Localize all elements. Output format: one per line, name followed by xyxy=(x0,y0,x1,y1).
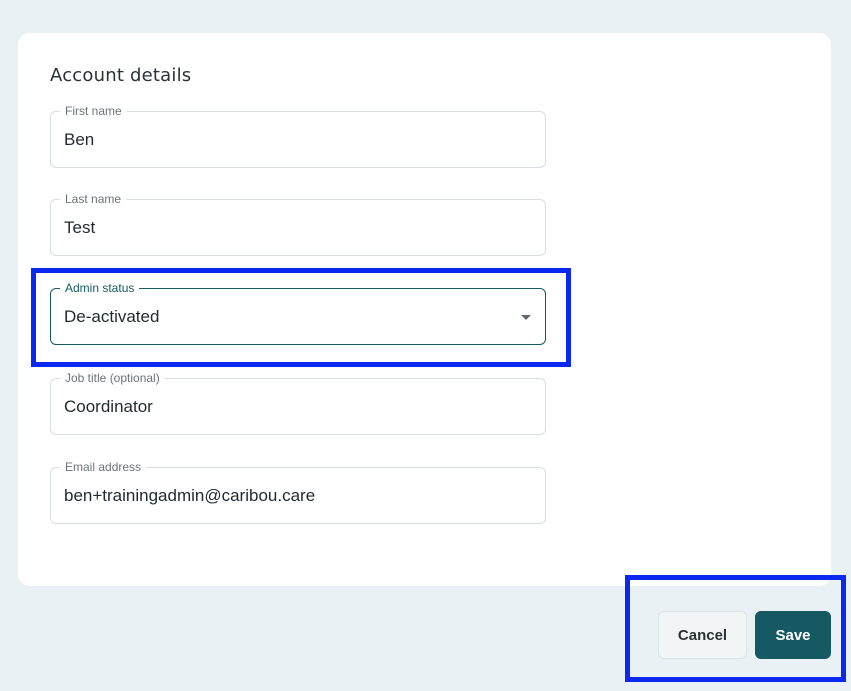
job-title-label: Job title (optional) xyxy=(60,370,165,386)
email-field[interactable]: Email address ben+trainingadmin@caribou.… xyxy=(50,459,546,524)
chevron-down-icon[interactable] xyxy=(521,315,531,320)
last-name-label: Last name xyxy=(60,191,127,207)
first-name-field[interactable]: First name Ben xyxy=(50,103,546,168)
first-name-value: Ben xyxy=(64,130,95,149)
admin-status-select[interactable]: Admin status De-activated xyxy=(50,280,546,345)
page-title: Account details xyxy=(50,65,192,86)
save-button[interactable]: Save xyxy=(755,611,831,659)
first-name-label: First name xyxy=(60,103,127,119)
last-name-value: Test xyxy=(64,218,96,237)
admin-status-value: De-activated xyxy=(64,307,160,326)
last-name-field[interactable]: Last name Test xyxy=(50,191,546,256)
account-details-card: Account details First name Ben Last name… xyxy=(18,33,831,586)
cancel-button[interactable]: Cancel xyxy=(658,611,747,659)
email-label: Email address xyxy=(60,459,147,475)
job-title-field[interactable]: Job title (optional) Coordinator xyxy=(50,370,546,435)
job-title-value: Coordinator xyxy=(64,397,153,416)
email-value: ben+trainingadmin@caribou.care xyxy=(64,486,316,505)
admin-status-label: Admin status xyxy=(60,280,140,296)
